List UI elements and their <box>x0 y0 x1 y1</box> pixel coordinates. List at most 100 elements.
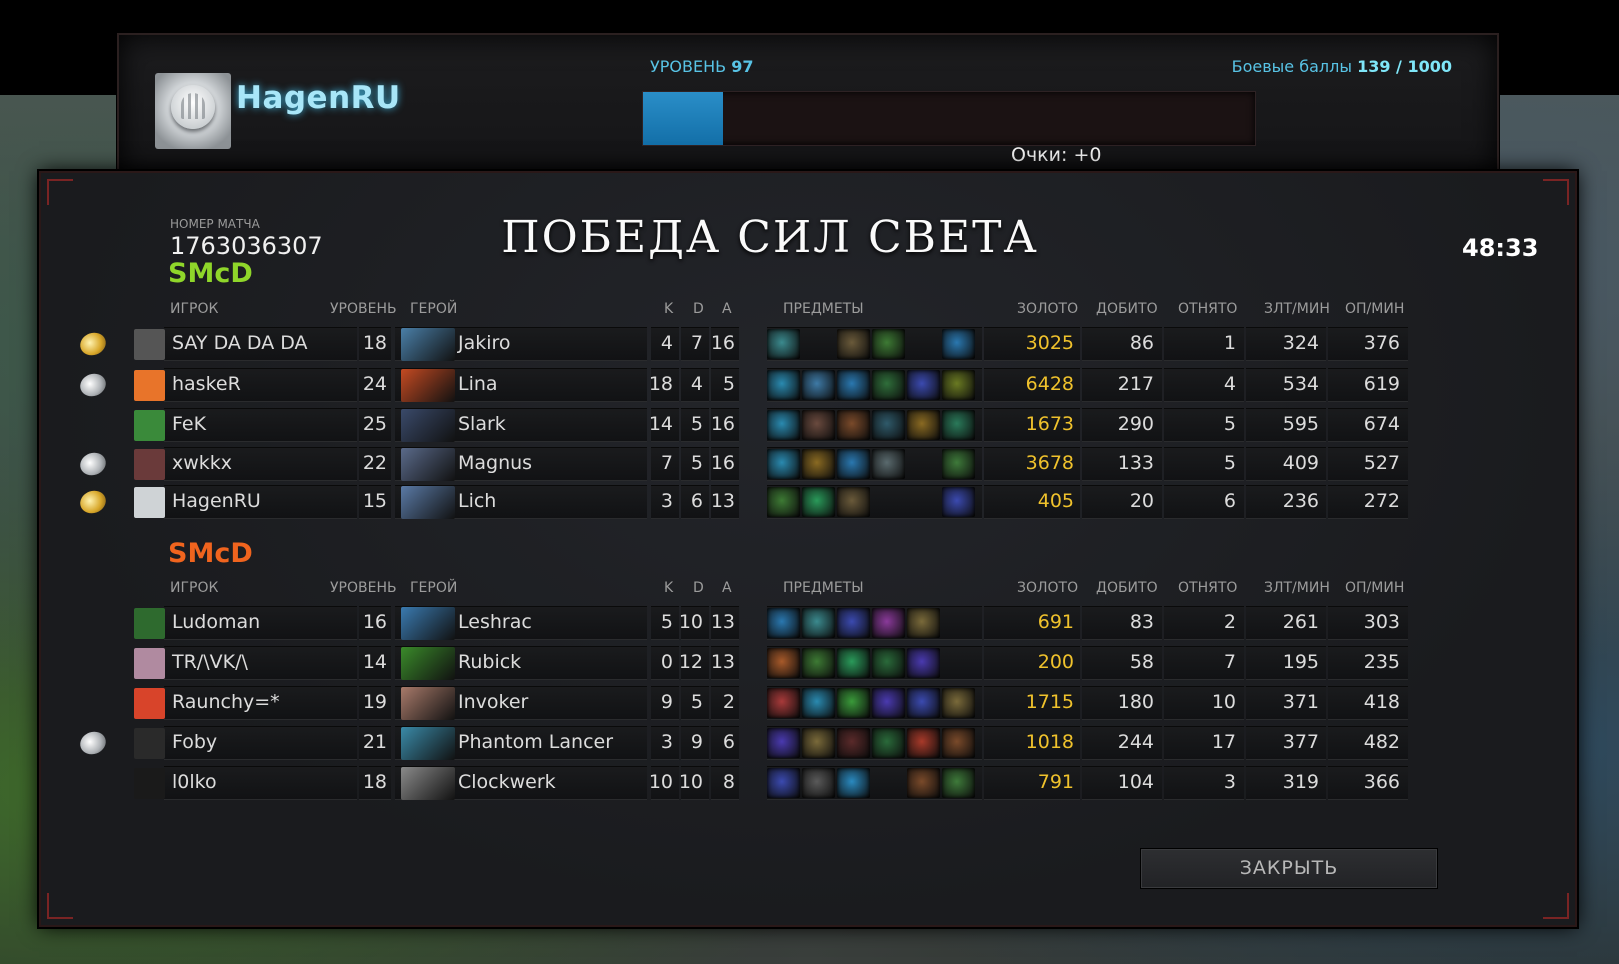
item-icon[interactable] <box>802 487 835 517</box>
item-icon[interactable] <box>942 410 975 440</box>
item-icon[interactable] <box>837 688 870 718</box>
level-progress-fill <box>643 92 723 145</box>
denies-value: 4 <box>1223 373 1236 395</box>
item-icon[interactable] <box>767 449 800 479</box>
item-icon[interactable] <box>837 608 870 638</box>
player-avatar <box>134 487 165 518</box>
item-icon[interactable] <box>872 648 905 678</box>
item-icon[interactable] <box>837 410 870 440</box>
column-header-player: ИГРОК <box>170 580 219 596</box>
item-icon[interactable] <box>872 608 905 638</box>
item-icon[interactable] <box>907 768 940 798</box>
column-header-xpm: ОП/МИН <box>1345 301 1405 317</box>
item-icon[interactable] <box>767 768 800 798</box>
item-icon[interactable] <box>767 728 800 758</box>
item-icon[interactable] <box>767 370 800 400</box>
battle-points-value: 139 / 1000 <box>1357 57 1452 76</box>
item-icon[interactable] <box>837 768 870 798</box>
kills: 14 <box>648 413 673 435</box>
item-icon[interactable] <box>802 728 835 758</box>
hero-portrait <box>401 448 455 481</box>
assists: 13 <box>710 611 735 633</box>
team-name: SMcD <box>168 538 253 569</box>
item-icon[interactable] <box>907 648 940 678</box>
scoreboard-panel <box>39 171 1577 927</box>
item-icon[interactable] <box>872 329 905 359</box>
item-icon[interactable] <box>837 449 870 479</box>
item-icon[interactable] <box>802 370 835 400</box>
gpm-value: 319 <box>1282 771 1319 793</box>
close-button[interactable]: ЗАКРЫТЬ <box>1141 849 1437 888</box>
denies-value: 6 <box>1223 490 1236 512</box>
column-header-d: D <box>693 580 704 596</box>
item-icon[interactable] <box>872 370 905 400</box>
item-icon[interactable] <box>802 449 835 479</box>
item-icon[interactable] <box>802 768 835 798</box>
item-icon[interactable] <box>907 608 940 638</box>
player-level: 18 <box>362 332 387 354</box>
column-header-gold: ЗОЛОТО <box>1017 301 1079 317</box>
column-header-gold: ЗОЛОТО <box>1017 580 1079 596</box>
deaths: 9 <box>690 731 703 753</box>
item-icon[interactable] <box>767 648 800 678</box>
item-icon[interactable] <box>907 370 940 400</box>
assists: 13 <box>710 651 735 673</box>
xpm-value: 674 <box>1363 413 1400 435</box>
column-header-k: K <box>664 301 674 317</box>
lasthits-value: 244 <box>1117 731 1154 753</box>
item-icon[interactable] <box>767 608 800 638</box>
item-icon[interactable] <box>942 329 975 359</box>
item-icon[interactable] <box>802 648 835 678</box>
column-header-items: ПРЕДМЕТЫ <box>783 580 864 596</box>
item-icon[interactable] <box>767 410 800 440</box>
item-icon[interactable] <box>942 768 975 798</box>
item-icon[interactable] <box>802 688 835 718</box>
item-icon[interactable] <box>872 449 905 479</box>
team-name: SMcD <box>168 258 253 289</box>
denies-value: 17 <box>1211 731 1236 753</box>
player-name: xwkkx <box>172 452 233 474</box>
item-icon[interactable] <box>942 728 975 758</box>
item-icon[interactable] <box>802 410 835 440</box>
item-icon[interactable] <box>872 728 905 758</box>
item-icon[interactable] <box>767 487 800 517</box>
item-icon[interactable] <box>767 688 800 718</box>
item-icon[interactable] <box>837 329 870 359</box>
item-icon[interactable] <box>942 688 975 718</box>
denies-value: 10 <box>1211 691 1236 713</box>
battle-points: Боевые баллы 139 / 1000 <box>1231 57 1452 76</box>
item-icon[interactable] <box>942 370 975 400</box>
item-icon[interactable] <box>837 648 870 678</box>
player-avatar <box>134 608 165 639</box>
kills: 0 <box>660 651 673 673</box>
column-header-a: A <box>722 580 732 596</box>
item-icon[interactable] <box>872 410 905 440</box>
item-icon[interactable] <box>907 410 940 440</box>
deaths: 5 <box>690 452 703 474</box>
item-icon[interactable] <box>837 370 870 400</box>
hero-name: Lina <box>458 373 498 395</box>
item-icon[interactable] <box>837 728 870 758</box>
column-header-lasthits: ДОБИТО <box>1096 580 1158 596</box>
player-name: l0lko <box>172 771 217 793</box>
hero-portrait <box>401 687 455 720</box>
player-level: 25 <box>362 413 387 435</box>
column-header-level: УРОВЕНЬ <box>330 301 397 317</box>
item-icon[interactable] <box>767 329 800 359</box>
item-icon[interactable] <box>942 449 975 479</box>
item-icon[interactable] <box>837 487 870 517</box>
item-icon[interactable] <box>942 487 975 517</box>
item-icon[interactable] <box>872 688 905 718</box>
hero-name: Clockwerk <box>458 771 556 793</box>
player-name: SAY DA DA DA <box>172 332 308 354</box>
item-icon[interactable] <box>802 608 835 638</box>
lasthits-value: 133 <box>1117 452 1154 474</box>
player-level: 24 <box>362 373 387 395</box>
player-level: 15 <box>362 490 387 512</box>
level-value: 97 <box>731 57 754 76</box>
column-header-items: ПРЕДМЕТЫ <box>783 301 864 317</box>
item-icon[interactable] <box>907 728 940 758</box>
kills: 9 <box>660 691 673 713</box>
item-icon[interactable] <box>907 688 940 718</box>
gold-value: 1673 <box>1025 413 1074 435</box>
